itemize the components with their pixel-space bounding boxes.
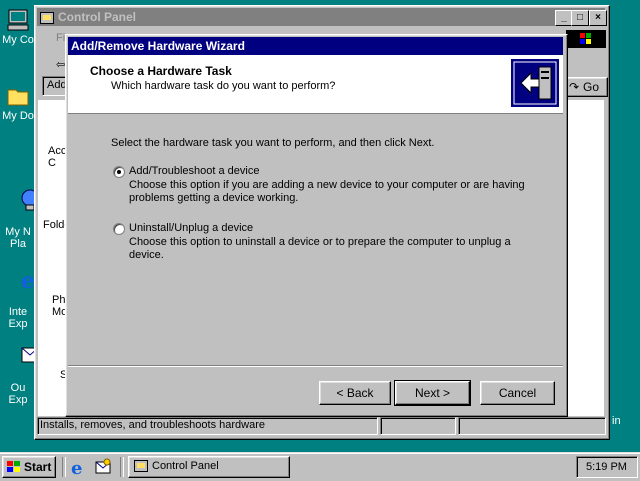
outlook-express-icon [6, 332, 39, 363]
clock[interactable]: 5:19 PM [586, 461, 627, 473]
close-button[interactable]: × [589, 10, 607, 26]
cancel-button[interactable]: Cancel [480, 381, 555, 405]
taskbar-button-label: Control Panel [152, 460, 219, 472]
taskbar-button-control-panel[interactable]: Control Panel [128, 456, 290, 478]
status-bar: Installs, removes, and troubleshoots har… [37, 417, 378, 435]
my-documents-icon [6, 84, 30, 108]
desktop-icon-my-computer[interactable]: My Co [0, 8, 36, 46]
taskbar-divider [120, 457, 124, 477]
next-button[interactable]: Next > [394, 380, 471, 406]
start-label: Start [24, 460, 52, 474]
wizard-heading: Choose a Hardware Task [90, 64, 232, 78]
windows-logo-throbber [566, 30, 606, 48]
menu-file[interactable]: Fi [56, 32, 65, 44]
option-description: Choose this option to uninstall a device… [129, 236, 511, 261]
maximize-button[interactable]: □ [571, 10, 589, 26]
wizard-subheading: Which hardware task do you want to perfo… [111, 80, 336, 92]
desktop-icon-outlook-express[interactable]: Ou Exp [0, 308, 39, 418]
option-label[interactable]: Uninstall/Unplug a device [129, 222, 253, 234]
desktop-icon-label: Ou Exp [8, 382, 28, 406]
internet-explorer-icon: e [6, 256, 35, 294]
control-panel-icon [134, 460, 148, 472]
wizard-titlebar[interactable]: Add/Remove Hardware Wizard [68, 37, 563, 55]
radio-uninstall-unplug[interactable] [113, 223, 125, 235]
wizard-separator [68, 365, 563, 367]
system-tray: 5:19 PM [576, 456, 638, 478]
back-arrow-icon[interactable]: ⇦ [56, 58, 65, 71]
taskbar: Start e Control Panel 5:19 PM [0, 452, 640, 481]
status-bar-panel [380, 417, 456, 435]
go-button[interactable]: ↷ Go [566, 77, 608, 97]
status-text: Installs, removes, and troubleshoots har… [40, 419, 266, 431]
wizard-header: Choose a Hardware Task Which hardware ta… [68, 55, 563, 114]
desktop-icon-label: My Co [2, 34, 34, 46]
radio-add-troubleshoot[interactable] [113, 166, 125, 178]
control-panel-title: Control Panel [58, 10, 137, 24]
my-computer-icon [6, 8, 30, 32]
windows-logo-icon [6, 460, 22, 474]
wizard-title: Add/Remove Hardware Wizard [71, 39, 245, 53]
internet-explorer-quicklaunch-icon[interactable]: e [70, 458, 88, 479]
wizard-instruction: Select the hardware task you want to per… [111, 137, 435, 149]
content-pane-right [566, 100, 604, 416]
back-button[interactable]: < Back [319, 381, 391, 405]
control-panel-titlebar[interactable]: Control Panel _ □ × [37, 8, 607, 26]
go-arrow-icon: ↷ [569, 80, 580, 94]
option-label[interactable]: Add/Troubleshoot a device [129, 165, 259, 177]
control-panel-icon [40, 11, 54, 24]
option-description: Choose this option if you are adding a n… [129, 179, 525, 204]
start-button[interactable]: Start [2, 456, 56, 478]
desktop-icon-label: My Do [2, 110, 34, 122]
outlook-quicklaunch-icon[interactable] [94, 458, 112, 476]
hardware-wizard-icon [511, 59, 559, 107]
desktop-icon-my-documents[interactable]: My Do [0, 84, 36, 122]
svg-text:e: e [71, 458, 82, 476]
taskbar-divider [62, 457, 66, 477]
desktop-partial-label: in [612, 415, 621, 427]
status-bar-panel [458, 417, 606, 435]
network-places-icon [6, 176, 39, 211]
control-panel-item[interactable]: Acc C [48, 145, 66, 169]
